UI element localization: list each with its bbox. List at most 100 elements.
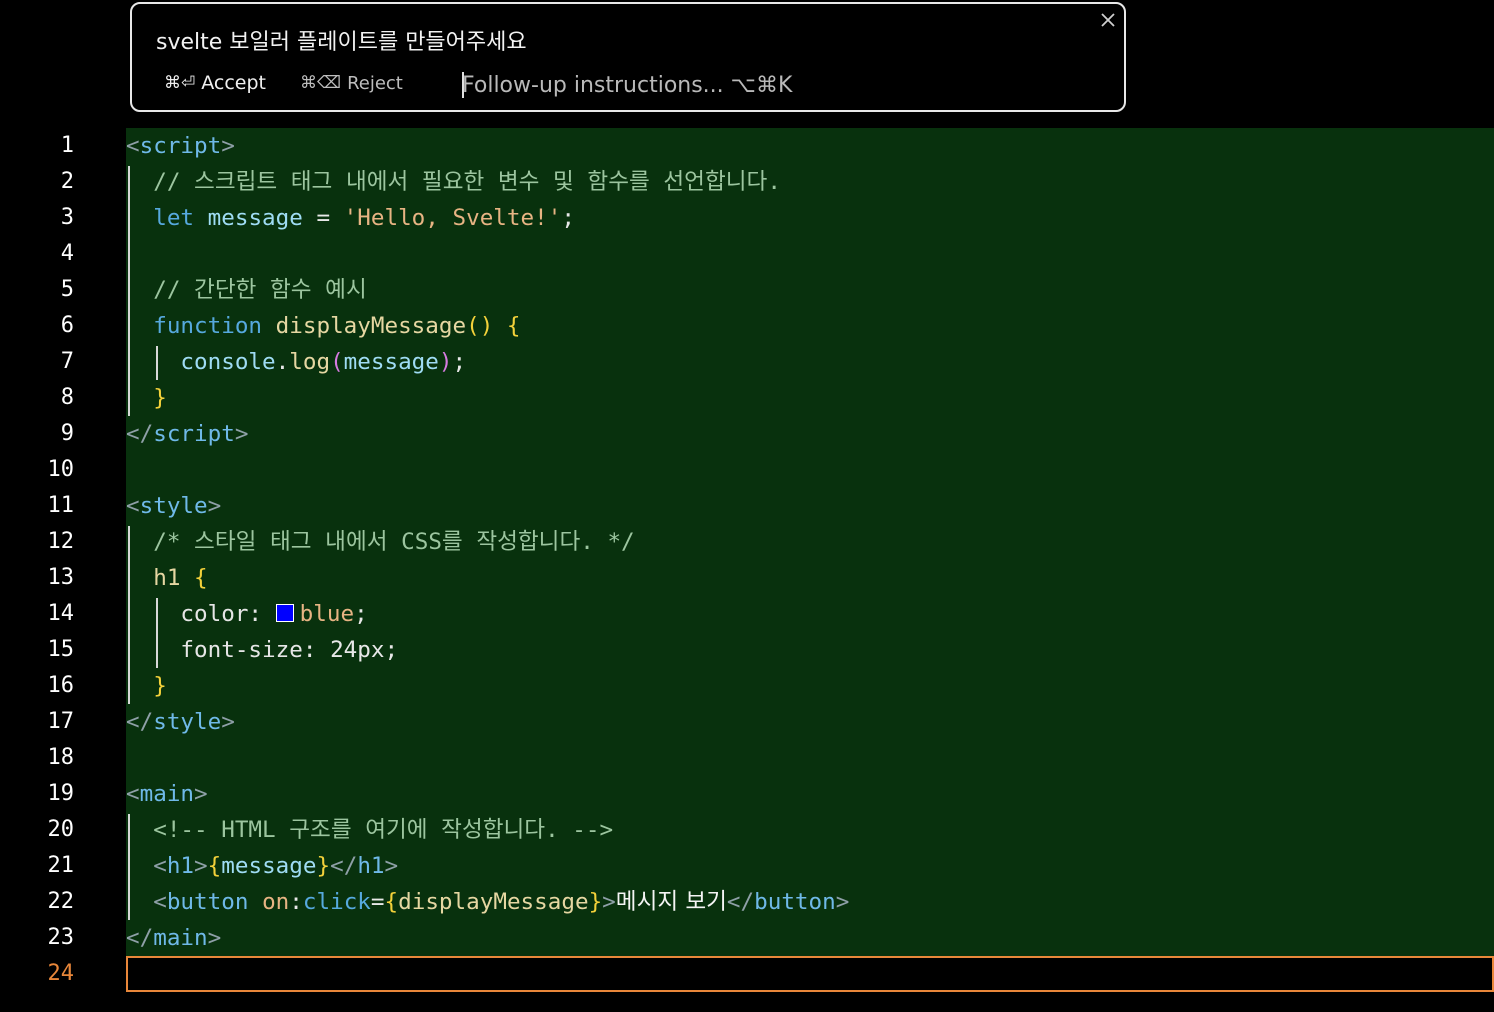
accept-button[interactable]: ⌘⏎ Accept [164, 72, 266, 94]
tag-name: style [153, 709, 222, 735]
code-line[interactable]: <!-- HTML 구조를 여기에 작성합니다. --> [126, 812, 1494, 848]
line-number: 9 [60, 421, 74, 446]
code-line[interactable]: } [126, 380, 1494, 416]
semicolon: ; [452, 349, 467, 375]
line-number: 11 [47, 493, 75, 518]
brace: } [588, 889, 603, 915]
close-icon[interactable] [1098, 10, 1118, 30]
line-number: 22 [47, 889, 75, 914]
line-number: 21 [47, 853, 75, 878]
brace: { [207, 853, 222, 879]
prompt-text: svelte 보일러 플레이트를 만들어주세요 [156, 30, 527, 55]
line-number: 8 [60, 385, 74, 410]
code-line[interactable]: color: blue; [126, 596, 1494, 632]
line-number: 5 [60, 277, 74, 302]
line-number: 18 [47, 745, 75, 770]
reject-button[interactable]: ⌘⌫ Reject [300, 73, 403, 94]
tag-name: main [139, 781, 195, 807]
code-line[interactable]: h1 { [126, 560, 1494, 596]
reject-label: Reject [347, 72, 403, 94]
prompt-actions: ⌘⏎ Accept ⌘⌫ Reject [164, 72, 403, 94]
line-number: 19 [47, 781, 75, 806]
code-line[interactable]: </main> [126, 920, 1494, 956]
brace: { [384, 889, 399, 915]
code-line[interactable]: } [126, 668, 1494, 704]
line-number: 4 [60, 241, 74, 266]
css-value: blue [299, 601, 355, 627]
line-number: 2 [60, 169, 74, 194]
code-line[interactable]: /* 스타일 태그 내에서 CSS를 작성합니다. */ [126, 524, 1494, 560]
text-caret [462, 72, 464, 98]
event-name: click [302, 889, 371, 915]
code-line[interactable]: <script> [126, 128, 1494, 164]
tag-name: script [153, 421, 235, 447]
tag-name: style [139, 493, 208, 519]
line-number: 12 [47, 529, 75, 554]
brace: } [316, 853, 331, 879]
inline-prompt-widget: svelte 보일러 플레이트를 만들어주세요 ⌘⏎ Accept ⌘⌫ Rej… [130, 2, 1126, 112]
tag-name: button [166, 889, 249, 915]
reject-shortcut: ⌘⌫ [300, 73, 342, 93]
code-line[interactable]: <style> [126, 488, 1494, 524]
line-number: 20 [47, 817, 75, 842]
line-number: 17 [47, 709, 75, 734]
code-line[interactable]: font-size: 24px; [126, 632, 1494, 668]
css-property: font-size: [180, 637, 317, 663]
accept-shortcut: ⌘⏎ [164, 73, 196, 93]
code-line[interactable]: // 스크립트 태그 내에서 필요한 변수 및 함수를 선언합니다. [126, 164, 1494, 200]
code-line[interactable]: <h1>{message}</h1> [126, 848, 1494, 884]
line-number: 1 [60, 133, 74, 158]
semicolon: ; [561, 205, 575, 231]
object: console [180, 349, 276, 375]
function-name: displayMessage [275, 313, 467, 339]
dot: . [275, 349, 290, 375]
code-line[interactable]: let message = 'Hello, Svelte!'; [126, 200, 1494, 236]
brace: } [153, 673, 167, 699]
function-name: displayMessage [398, 889, 589, 915]
css-value: 24px [330, 637, 385, 663]
css-property: color: [180, 601, 263, 627]
line-number-active: 24 [47, 961, 75, 986]
code-line[interactable]: </style> [126, 704, 1494, 740]
current-line[interactable] [126, 956, 1494, 992]
brace: { [194, 565, 208, 591]
colon: : [289, 889, 303, 915]
code-line[interactable]: <button on:click={displayMessage}>메시지 보기… [126, 884, 1494, 920]
code-editor[interactable]: <script> // 스크립트 태그 내에서 필요한 변수 및 함수를 선언합… [126, 128, 1494, 992]
line-number-gutter: 1 2 3 4 5 6 7 8 9 10 11 12 13 14 15 16 1… [0, 128, 120, 992]
paren-close: ) [438, 349, 453, 375]
color-swatch[interactable] [275, 604, 294, 622]
operator: = [302, 205, 344, 231]
code-line[interactable]: console.log(message); [126, 344, 1494, 380]
code-line[interactable]: function displayMessage() { [126, 308, 1494, 344]
semicolon: ; [354, 601, 368, 627]
code-line[interactable] [126, 452, 1494, 488]
keyword: function [153, 313, 263, 339]
followup-input[interactable] [462, 68, 842, 102]
semicolon: ; [384, 637, 399, 663]
code-line[interactable]: </script> [126, 416, 1494, 452]
line-number: 6 [60, 313, 74, 338]
code-line[interactable] [126, 740, 1494, 776]
brace: { [506, 313, 521, 339]
comment: // 간단한 함수 예시 [153, 277, 367, 303]
code-line[interactable]: // 간단한 함수 예시 [126, 272, 1494, 308]
paren-open: ( [330, 349, 344, 375]
line-number: 16 [47, 673, 75, 698]
method: log [289, 349, 331, 375]
comment: // 스크립트 태그 내에서 필요한 변수 및 함수를 선언합니다. [153, 169, 781, 195]
code-line[interactable]: <main> [126, 776, 1494, 812]
tag-name: button [754, 889, 836, 915]
code-line[interactable] [126, 236, 1494, 272]
comment: <!-- HTML 구조를 여기에 작성합니다. --> [153, 817, 614, 843]
tag-name: main [153, 925, 208, 951]
equals: = [370, 889, 385, 915]
variable: message [207, 205, 303, 231]
accept-label: Accept [201, 72, 267, 94]
line-number: 10 [47, 457, 75, 482]
string: 'Hello, Svelte!' [343, 205, 562, 231]
brace: } [153, 385, 167, 411]
line-number: 7 [60, 349, 74, 374]
css-selector: h1 [153, 565, 181, 591]
argument: message [343, 349, 439, 375]
